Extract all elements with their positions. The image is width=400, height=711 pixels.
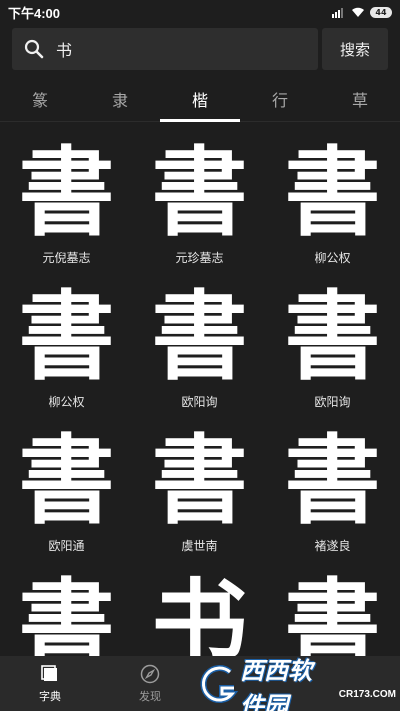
calligraphy-glyph: 書 xyxy=(151,136,248,249)
calligraphy-item[interactable]: 書 元珍墓志 xyxy=(133,138,266,268)
dictionary-icon xyxy=(40,664,60,684)
nav-item-discover[interactable]: 发现 xyxy=(100,656,200,711)
calligraphy-glyph: 書 xyxy=(284,568,381,657)
watermark-logo xyxy=(196,664,240,708)
tab-clerical[interactable]: 隶 xyxy=(80,76,160,121)
calligrapher-name: 欧阳通 xyxy=(48,539,85,553)
calligrapher-name: 欧阳询 xyxy=(181,395,218,409)
battery-indicator: 44 xyxy=(370,6,392,18)
calligrapher-name: 柳公权 xyxy=(48,395,85,409)
status-indicators: 44 xyxy=(332,6,392,18)
calligraphy-item[interactable]: 書 虞世南 xyxy=(133,426,266,556)
calligraphy-glyph: 書 xyxy=(284,280,381,393)
watermark: 西西软件园 CR173.COM xyxy=(196,657,396,711)
status-bar: 下午4:00 44 xyxy=(0,0,400,24)
calligraphy-item[interactable]: 書 欧阳通 xyxy=(0,426,133,556)
calligraphy-item[interactable]: 書 褚遂良 xyxy=(266,426,399,556)
calligraphy-glyph: 書 xyxy=(18,424,115,537)
calligraphy-glyph: 書 xyxy=(151,424,248,537)
calligraphy-glyph: 書 xyxy=(18,280,115,393)
nav-label: 字典 xyxy=(39,689,61,703)
calligraphy-item[interactable]: 書 欧阳询 xyxy=(266,282,399,412)
status-time: 下午4:00 xyxy=(8,5,61,21)
search-query: 书 xyxy=(56,41,73,60)
calligraphy-glyph: 書 xyxy=(151,280,248,393)
calligraphy-item[interactable]: 书 xyxy=(133,568,266,657)
search-row: 书 搜索 xyxy=(0,28,400,70)
signal-icon xyxy=(332,8,343,18)
calligraphy-glyph: 書 xyxy=(284,424,381,537)
search-icon xyxy=(24,39,44,59)
wifi-icon xyxy=(352,7,364,17)
calligraphy-glyph: 書 xyxy=(284,136,381,249)
watermark-brand: 西西软件园 xyxy=(240,657,312,711)
tab-regular[interactable]: 楷 xyxy=(160,76,240,122)
calligrapher-name: 元倪墓志 xyxy=(42,251,91,265)
script-style-tabs: 篆 隶 楷 行 草 xyxy=(0,76,400,122)
calligrapher-name: 欧阳询 xyxy=(314,395,351,409)
nav-item-dictionary[interactable]: 字典 xyxy=(0,656,100,711)
compass-icon xyxy=(140,664,160,684)
calligraphy-grid: 書 元倪墓志 書 元珍墓志 書 柳公权 書 柳公权 書 欧阳询 書 欧阳询 書 … xyxy=(0,128,400,657)
tab-cursive[interactable]: 草 xyxy=(320,76,400,121)
calligrapher-name: 元珍墓志 xyxy=(175,251,224,265)
search-button[interactable]: 搜索 xyxy=(322,28,388,70)
calligrapher-name: 褚遂良 xyxy=(314,539,351,553)
calligraphy-glyph: 書 xyxy=(18,568,115,657)
tab-running[interactable]: 行 xyxy=(240,76,320,121)
calligraphy-item[interactable]: 書 元倪墓志 xyxy=(0,138,133,268)
calligrapher-name: 柳公权 xyxy=(314,251,351,265)
calligraphy-item[interactable]: 書 xyxy=(0,568,133,657)
nav-label: 发现 xyxy=(139,689,161,703)
calligraphy-glyph: 書 xyxy=(18,136,115,249)
calligraphy-item[interactable]: 書 xyxy=(266,568,399,657)
search-input[interactable]: 书 xyxy=(12,28,318,70)
calligraphy-item[interactable]: 書 柳公权 xyxy=(0,282,133,412)
calligraphy-glyph: 书 xyxy=(151,568,248,657)
calligrapher-name: 虞世南 xyxy=(181,539,218,553)
tab-seal[interactable]: 篆 xyxy=(0,76,80,121)
watermark-site: CR173.COM xyxy=(338,688,396,700)
calligraphy-item[interactable]: 書 柳公权 xyxy=(266,138,399,268)
calligraphy-item[interactable]: 書 欧阳询 xyxy=(133,282,266,412)
